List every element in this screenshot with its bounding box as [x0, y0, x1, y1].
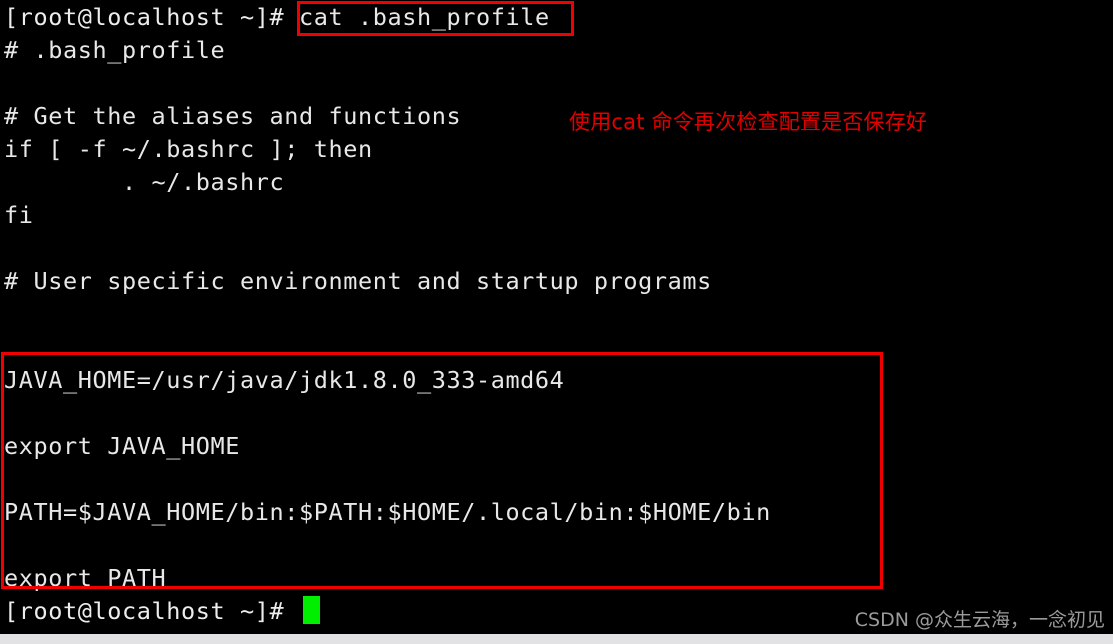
output-line-user-specific-comment: # User specific environment and startup … [4, 267, 712, 295]
terminal-prompt-line-bottom: [root@localhost ~]# [4, 596, 299, 626]
shell-prompt: [root@localhost ~]# [4, 3, 299, 31]
annotation-note-text: 使用cat 命令再次检查配置是否保存好 [569, 110, 928, 134]
output-line-export-path: export PATH [4, 564, 167, 592]
csdn-watermark: CSDN @众生云海，一念初见 [854, 609, 1105, 631]
terminal-prompt-line-top: [root@localhost ~]# cat .bash_profile [4, 2, 550, 32]
output-line-if-statement: if [ -f ~/.bashrc ]; then [4, 135, 373, 163]
block-cursor [303, 596, 320, 624]
output-line-fi: fi [4, 201, 34, 229]
output-line-bash-profile-comment: # .bash_profile [4, 36, 226, 64]
bottom-gray-strip [0, 634, 1113, 644]
typed-command: cat .bash_profile [298, 3, 550, 31]
terminal-screenshot: [root@localhost ~]# cat .bash_profile # … [0, 0, 1113, 644]
shell-prompt-bottom: [root@localhost ~]# [4, 597, 299, 625]
output-line-aliases-comment: # Get the aliases and functions [4, 102, 462, 130]
output-line-source-bashrc: . ~/.bashrc [4, 168, 285, 196]
output-line-path-assign: PATH=$JAVA_HOME/bin:$PATH:$HOME/.local/b… [4, 498, 771, 526]
output-line-export-java-home: export JAVA_HOME [4, 432, 240, 460]
terminal-window[interactable]: [root@localhost ~]# cat .bash_profile # … [0, 0, 1113, 634]
output-line-java-home-assign: JAVA_HOME=/usr/java/jdk1.8.0_333-amd64 [4, 366, 565, 394]
